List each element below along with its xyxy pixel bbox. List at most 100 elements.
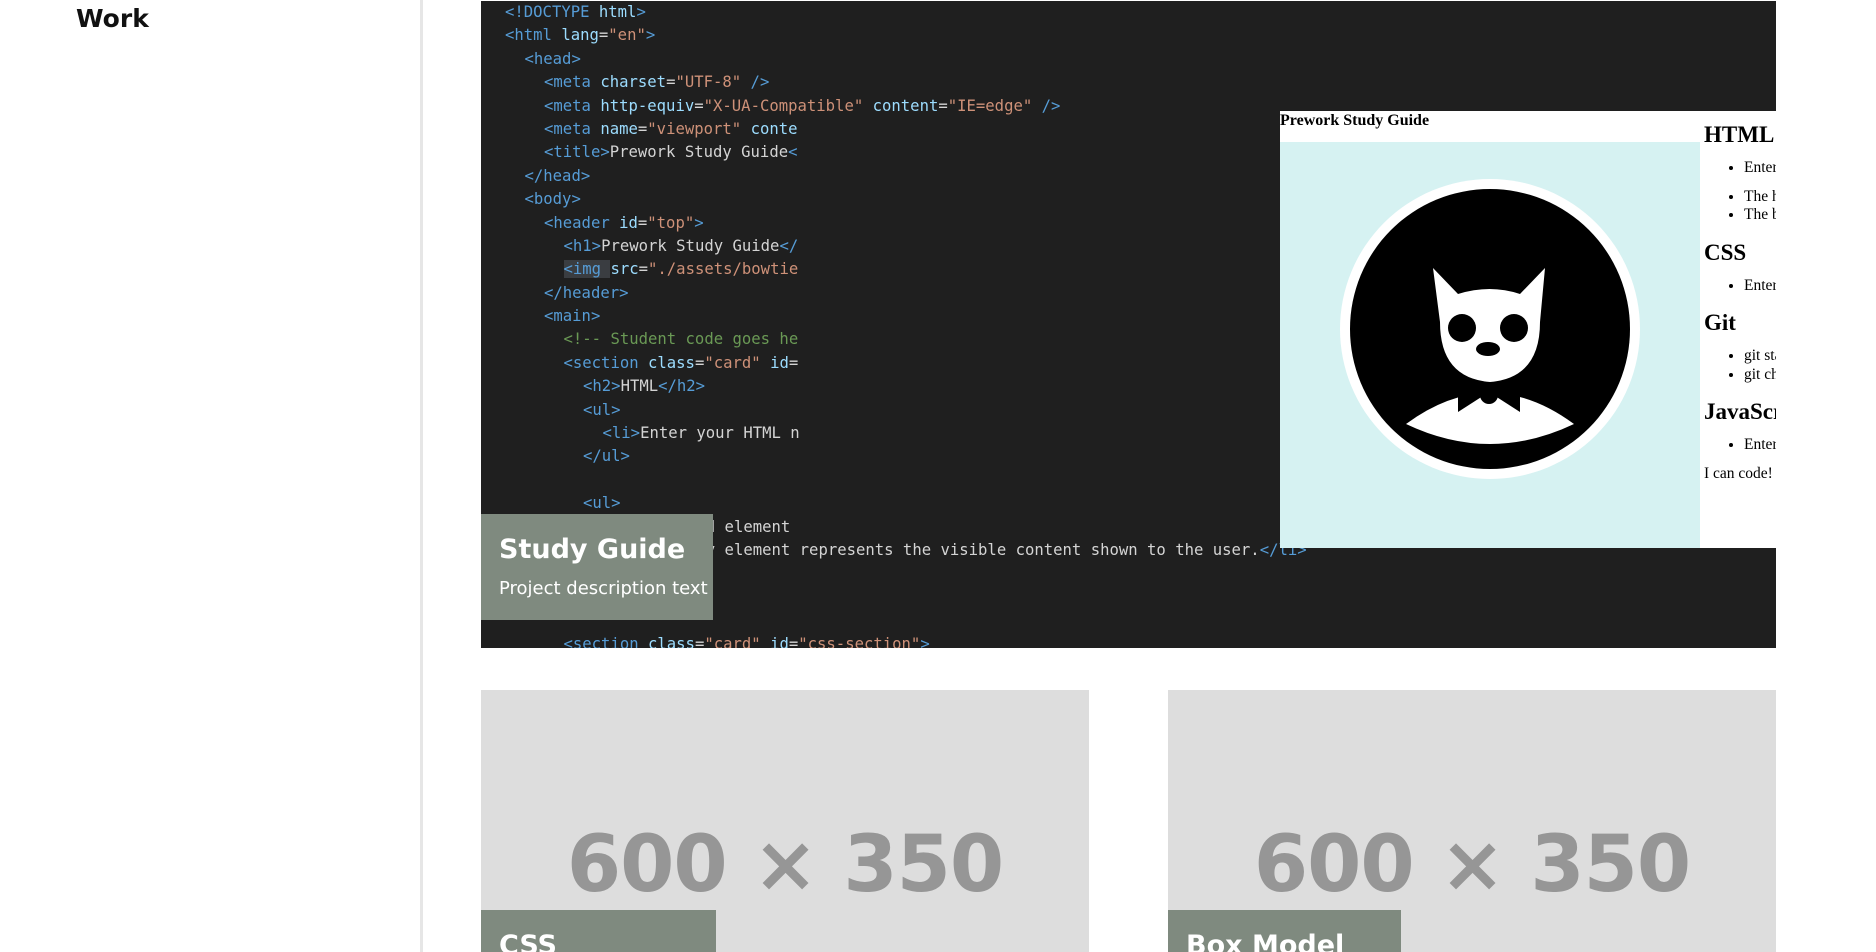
preview-screenshot: Prework Study Guide HTML Enter your HTML … xyxy=(1280,111,1776,548)
code-token: <section xyxy=(563,634,648,648)
code-token: <head> xyxy=(524,49,581,68)
code-token: id xyxy=(619,213,638,232)
code-token: /> xyxy=(1032,96,1061,115)
preview-content: HTML Enter your HTML notes here The head e… xyxy=(1704,121,1776,483)
code-token: > xyxy=(645,26,656,45)
code-token: name xyxy=(600,119,638,138)
code-token: /> xyxy=(741,73,770,92)
bowtie-cat-icon xyxy=(1340,179,1640,479)
code-token: <meta xyxy=(544,96,601,115)
code-token: = xyxy=(637,213,648,232)
project-card-css-cheatsheet[interactable]: 600 × 350 CSS Cheatsheet xyxy=(481,690,1089,952)
code-token: Enter your HTML n xyxy=(640,424,800,443)
preview-section-heading: JavaScript xyxy=(1704,399,1776,424)
code-token: </ xyxy=(779,236,799,255)
code-line: <meta charset="UTF-8" /> xyxy=(481,71,1776,94)
code-token: "top" xyxy=(647,213,695,232)
code-token: "./assets/bowtie xyxy=(648,260,799,279)
preview-list: Enter your HTML notes here xyxy=(1704,159,1776,178)
code-token: <li> xyxy=(602,424,641,443)
code-token: <body> xyxy=(524,190,581,209)
code-line: <section class="card" id="css-section"> xyxy=(481,633,1776,648)
code-token: "card" xyxy=(704,353,761,372)
code-token: = xyxy=(788,353,799,372)
code-line: <head> xyxy=(481,48,1776,71)
preview-list: The head element contains information ab… xyxy=(1704,188,1776,225)
code-token: <section xyxy=(563,353,648,372)
code-token: "card" xyxy=(704,634,761,648)
code-token: class xyxy=(648,353,695,372)
code-token: Prework Study Guide xyxy=(601,236,780,255)
code-token: = xyxy=(694,634,705,648)
code-token: "viewport" xyxy=(647,119,742,138)
code-token: <header xyxy=(544,213,620,232)
preview-list-item: The body element represents the visible … xyxy=(1744,206,1776,225)
code-token: content xyxy=(872,96,939,115)
code-token: conte xyxy=(750,119,798,138)
project-title: Box Model xyxy=(1186,930,1345,952)
code-token: > xyxy=(636,3,646,21)
code-token: <!-- Student code goes he xyxy=(563,330,799,349)
preview-section-heading: Git xyxy=(1704,310,1736,335)
code-token: "IE=edge" xyxy=(947,96,1033,115)
placeholder-image-text: 600 × 350 xyxy=(566,820,1004,910)
project-description: Project description text xyxy=(499,578,708,599)
preview-list: Enter your JavaScript notes here xyxy=(1704,436,1776,455)
project-card-study-guide[interactable]: <!DOCTYPE html> <html lang="en"> <head> <me… xyxy=(481,1,1776,648)
code-token: </ul> xyxy=(583,447,630,466)
code-token: = xyxy=(938,96,948,115)
code-token: html xyxy=(598,3,637,21)
code-token: charset xyxy=(600,73,667,92)
code-token: HTML xyxy=(620,377,659,396)
code-token: <img xyxy=(563,260,611,279)
code-token: </h2> xyxy=(658,377,706,396)
preview-list-item: git checkout -b branch-name: creates a n… xyxy=(1744,366,1776,385)
preview-list: Enter your CSS notes here xyxy=(1704,277,1776,296)
preview-list: git status: checks what branch we are cu… xyxy=(1704,347,1776,384)
sidebar-divider xyxy=(420,0,423,952)
code-token: "UTF-8" xyxy=(675,73,742,92)
code-token: <!DOCTYPE xyxy=(505,3,599,21)
project-caption: CSS Cheatsheet xyxy=(481,910,716,952)
code-token: <ul> xyxy=(583,400,621,419)
code-token: = xyxy=(638,260,649,279)
code-token: = xyxy=(598,26,609,45)
preview-section-heading: HTML xyxy=(1704,122,1775,147)
code-token: = xyxy=(694,353,705,372)
project-card-box-model[interactable]: 600 × 350 Box Model xyxy=(1168,690,1776,952)
code-token: "css-section" xyxy=(798,634,921,648)
code-token: "en" xyxy=(608,26,646,45)
work-heading: Work xyxy=(76,4,149,33)
preview-list-item: git status: checks what branch we are cu… xyxy=(1744,347,1776,366)
code-token: <html xyxy=(505,26,562,45)
project-caption: Box Model xyxy=(1168,910,1401,952)
preview-list-item: Enter your CSS notes here xyxy=(1744,277,1776,296)
code-token: class xyxy=(648,634,695,648)
code-token: > xyxy=(694,213,704,232)
code-token: Prework Study Guide xyxy=(609,143,789,162)
code-token: = xyxy=(694,96,704,115)
placeholder-image-text: 600 × 350 xyxy=(1253,820,1691,910)
code-token: </head> xyxy=(524,166,591,185)
code-token: <meta xyxy=(544,73,601,92)
code-token: <title> xyxy=(544,143,610,162)
code-token: <ul> xyxy=(583,494,621,513)
preview-section-heading: CSS xyxy=(1704,239,1747,265)
code-line: <html lang="en"> xyxy=(481,24,1776,47)
code-token: "X-UA-Compatible" xyxy=(703,96,864,115)
code-token: id xyxy=(770,634,789,648)
code-token: <meta xyxy=(544,119,601,138)
project-title: CSS Cheatsheet xyxy=(499,930,557,952)
code-token: The body element represents the visible … xyxy=(640,540,1260,559)
code-line: <!DOCTYPE html> xyxy=(481,1,1776,24)
code-token: = xyxy=(788,634,799,648)
code-token: id xyxy=(770,353,789,372)
preview-list-item: The head element contains information ab… xyxy=(1744,188,1776,207)
code-token: http-equiv xyxy=(600,96,695,115)
preview-page-title: Prework Study Guide xyxy=(1280,112,1430,129)
code-token: <h2> xyxy=(583,377,621,396)
